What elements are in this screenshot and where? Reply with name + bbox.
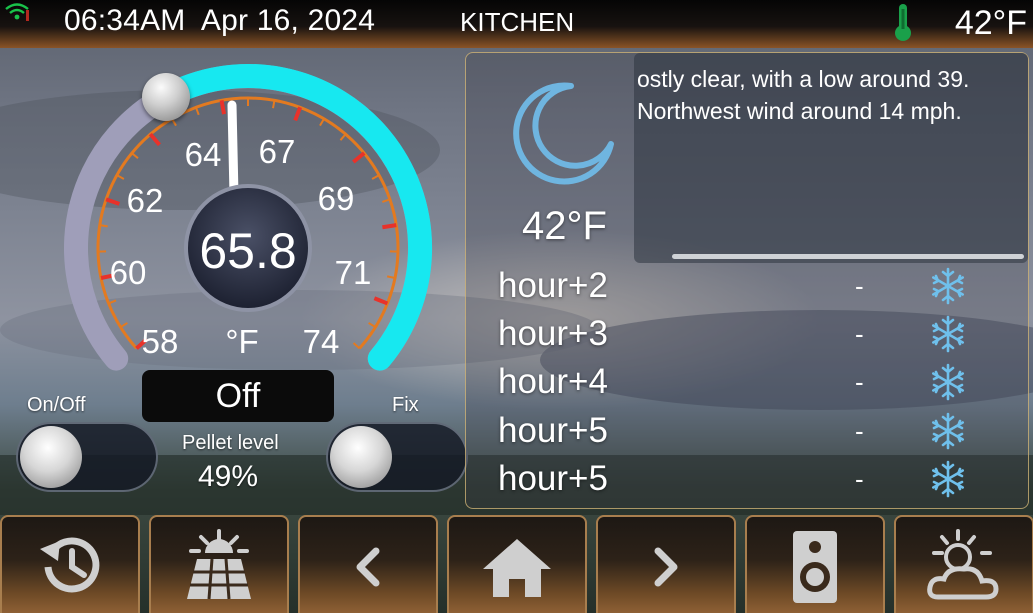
hour-value: - — [855, 319, 864, 349]
scale-tick — [371, 174, 380, 180]
snowflake-icon — [931, 363, 965, 401]
forecast-text: ostly clear, with a low around 39. North… — [637, 66, 970, 124]
setpoint-knob[interactable] — [141, 72, 190, 121]
scale-tick — [293, 106, 302, 122]
weather-icon — [927, 529, 999, 600]
hour-value: - — [855, 367, 864, 397]
nav-previous-button[interactable] — [298, 515, 438, 613]
scale-tick — [219, 99, 226, 115]
hour-label: hour+2 — [498, 266, 608, 305]
history-icon — [40, 537, 100, 593]
chevron-right-icon — [654, 547, 678, 587]
home-icon — [483, 539, 551, 597]
nav-history-button[interactable] — [0, 515, 140, 613]
scale-label-67: 67 — [259, 133, 296, 170]
scale-tick — [105, 197, 120, 206]
nav-next-button[interactable] — [596, 515, 736, 613]
bottom-navigation — [0, 515, 1033, 613]
time-text: 06:34AM — [64, 4, 186, 37]
wifi-icon — [5, 3, 29, 21]
forecast-text-box[interactable]: ostly clear, with a low around 39. North… — [634, 53, 1028, 263]
scale-tick — [339, 133, 347, 141]
hour-label: hour+4 — [498, 362, 608, 401]
solar-panel-icon — [187, 529, 251, 600]
hour-row: hour+3 - — [0, 314, 1033, 362]
hour-label: hour+5 — [498, 459, 608, 498]
scale-tick — [148, 132, 161, 147]
speaker-icon — [793, 531, 837, 603]
scale-tick — [99, 224, 108, 228]
hour-value: - — [855, 271, 864, 301]
chevron-left-icon — [356, 547, 380, 587]
scale-label-62: 62 — [127, 182, 164, 219]
scale-label-64: 64 — [185, 136, 222, 173]
scale-tick — [319, 118, 325, 127]
nav-home-button[interactable] — [447, 515, 587, 613]
snowflake-icon — [931, 412, 965, 450]
forecast-scrollbar[interactable] — [672, 254, 1024, 259]
snowflake-icon — [931, 315, 965, 353]
hour-row: hour+5 - — [0, 459, 1033, 507]
scale-tick — [116, 174, 125, 180]
nav-speaker-button[interactable] — [745, 515, 885, 613]
moon-icon — [513, 82, 614, 185]
thermometer-icon — [895, 4, 911, 41]
status-bar: 06:34AM Apr 16, 2024 KITCHEN 42°F — [0, 0, 1033, 48]
snowflake-icon — [931, 460, 965, 498]
hour-row: hour+4 - — [0, 362, 1033, 410]
outside-temp: 42°F — [954, 4, 1027, 42]
scale-tick — [352, 151, 366, 164]
date-text: Apr 16, 2024 — [200, 4, 376, 37]
nav-weather-button[interactable] — [894, 515, 1033, 613]
snowflake-icon — [931, 267, 965, 305]
hour-label: hour+3 — [498, 314, 608, 353]
scale-tick — [382, 198, 391, 203]
scale-tick — [131, 152, 139, 159]
scale-tick — [272, 100, 276, 109]
scale-tick — [382, 223, 397, 230]
hour-label: hour+5 — [498, 411, 608, 450]
room-name[interactable]: KITCHEN — [460, 7, 574, 38]
weather-current-temp: 42°F — [522, 204, 607, 248]
scale-tick — [195, 106, 200, 116]
hour-value: - — [855, 464, 864, 494]
hour-row: hour+2 - — [0, 266, 1033, 314]
scale-label-69: 69 — [318, 180, 355, 217]
nav-solar-button[interactable] — [149, 515, 289, 613]
hour-row: hour+5 - — [0, 411, 1033, 459]
clock: 06:34AM Apr 16, 2024 — [64, 4, 375, 38]
hour-value: - — [855, 416, 864, 446]
